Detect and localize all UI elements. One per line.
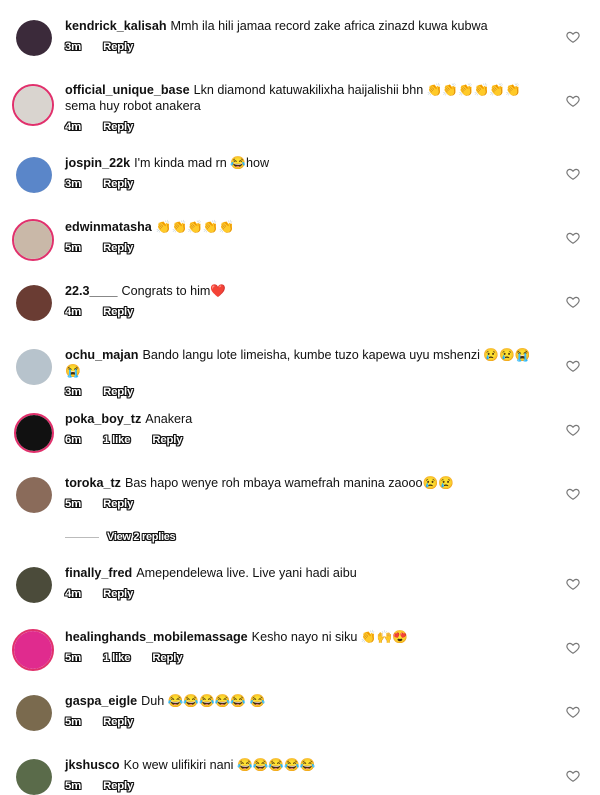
username[interactable]: edwinmatasha <box>65 220 152 234</box>
heart-icon[interactable] <box>566 769 580 783</box>
comment-text: Bas hapo wenye roh mbaya wamefrah manina… <box>124 476 454 490</box>
timestamp: 3m <box>65 178 82 190</box>
username[interactable]: gaspa_eigle <box>65 694 137 708</box>
comment-text: Kesho nayo ni siku 👏🙌😍 <box>251 630 408 644</box>
username[interactable]: toroka_tz <box>65 476 121 490</box>
timestamp: 3m <box>65 386 82 398</box>
reply-button[interactable]: Reply <box>103 384 133 400</box>
reply-button[interactable]: Reply <box>103 240 133 256</box>
timestamp: 3m <box>65 41 82 53</box>
username[interactable]: jospin_22k <box>65 156 130 170</box>
reply-button[interactable]: Reply <box>103 714 133 730</box>
avatar[interactable] <box>12 629 54 671</box>
heart-icon[interactable] <box>566 487 580 501</box>
reply-button[interactable]: Reply <box>103 39 133 55</box>
reply-button[interactable]: Reply <box>103 304 133 320</box>
heart-icon[interactable] <box>566 577 580 591</box>
username[interactable]: jkshusco <box>65 758 120 772</box>
view-replies-button[interactable]: View 2 replies <box>107 531 176 543</box>
avatar[interactable] <box>16 567 52 603</box>
comment-text: Amependelewa live. Live yani hadi aibu <box>136 566 357 580</box>
comment-text: Anakera <box>145 412 193 426</box>
timestamp: 5m <box>65 498 82 510</box>
reply-button[interactable]: Reply <box>103 176 133 192</box>
timestamp: 6m <box>65 434 82 446</box>
timestamp: 5m <box>65 780 82 792</box>
timestamp: 5m <box>65 652 82 664</box>
timestamp: 5m <box>65 242 82 254</box>
comment-text: Duh 😂😂😂😂😂 😂 <box>141 694 266 708</box>
avatar[interactable] <box>14 413 54 453</box>
avatar[interactable] <box>16 285 52 321</box>
divider <box>65 536 99 538</box>
reply-button[interactable]: Reply <box>103 778 133 794</box>
heart-icon[interactable] <box>566 423 580 437</box>
username[interactable]: official_unique_base <box>65 83 190 97</box>
avatar[interactable] <box>16 20 52 56</box>
avatar[interactable] <box>16 477 52 513</box>
heart-icon[interactable] <box>566 30 580 44</box>
heart-icon[interactable] <box>566 359 580 373</box>
avatar[interactable] <box>16 349 52 385</box>
comment-text: Ko wew ulifikiri nani 😂😂😂😂😂 <box>123 758 316 772</box>
like-count[interactable]: 1 like <box>103 650 131 666</box>
heart-icon[interactable] <box>566 705 580 719</box>
reply-button[interactable]: Reply <box>152 432 182 448</box>
avatar[interactable] <box>12 84 54 126</box>
avatar[interactable] <box>12 219 54 261</box>
avatar[interactable] <box>16 695 52 731</box>
timestamp: 4m <box>65 588 82 600</box>
heart-icon[interactable] <box>566 231 580 245</box>
reply-button[interactable]: Reply <box>103 119 133 135</box>
comment-text: 👏👏👏👏👏 <box>155 220 235 234</box>
reply-button[interactable]: Reply <box>152 650 182 666</box>
comment-text: I'm kinda mad rn 😂how <box>134 156 270 170</box>
like-count[interactable]: 1 like <box>103 432 131 448</box>
heart-icon[interactable] <box>566 167 580 181</box>
username[interactable]: ochu_majan <box>65 348 138 362</box>
avatar[interactable] <box>16 157 52 193</box>
heart-icon[interactable] <box>566 295 580 309</box>
reply-button[interactable]: Reply <box>103 496 133 512</box>
heart-icon[interactable] <box>566 641 580 655</box>
timestamp: 5m <box>65 716 82 728</box>
reply-button[interactable]: Reply <box>103 586 133 602</box>
username[interactable]: kendrick_kalisah <box>65 19 167 33</box>
username[interactable]: finally_fred <box>65 566 132 580</box>
heart-icon[interactable] <box>566 94 580 108</box>
view-replies-row[interactable]: View 2 replies <box>65 531 176 543</box>
timestamp: 4m <box>65 306 82 318</box>
timestamp: 4m <box>65 121 82 133</box>
username[interactable]: poka_boy_tz <box>65 412 141 426</box>
comment-text: Mmh ila hili jamaa record zake africa zi… <box>170 19 488 33</box>
username[interactable]: healinghands_mobilemassage <box>65 630 248 644</box>
username[interactable]: 22.3____ <box>65 284 118 298</box>
avatar[interactable] <box>16 759 52 795</box>
comment-text: Congrats to him❤️ <box>121 284 227 298</box>
